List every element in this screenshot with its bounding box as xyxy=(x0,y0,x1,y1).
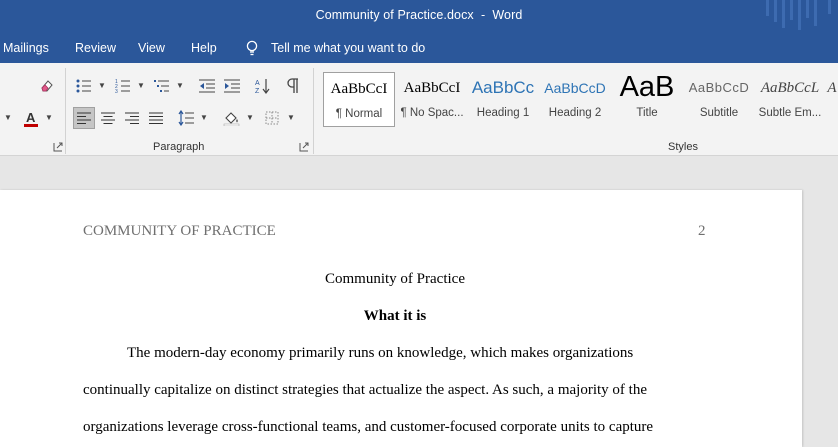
shading-button[interactable] xyxy=(221,107,243,129)
svg-text:3: 3 xyxy=(115,89,118,93)
chevron-down-icon[interactable]: ▼ xyxy=(246,113,254,122)
multilevel-list-button[interactable] xyxy=(151,75,173,97)
page-number: 2 xyxy=(698,223,706,239)
group-divider xyxy=(65,68,66,154)
style-heading-1[interactable]: AaBbCc Heading 1 xyxy=(470,72,536,127)
font-color-button[interactable]: A xyxy=(20,107,42,131)
svg-text:A: A xyxy=(255,80,260,87)
style-name: Subtitle xyxy=(699,107,739,119)
decrease-indent-icon xyxy=(199,79,215,93)
style-heading-2[interactable]: AaBbCcD Heading 2 xyxy=(542,72,608,127)
paragraph-line: organizations leverage cross-functional … xyxy=(83,419,654,435)
multilevel-list-icon xyxy=(154,80,169,92)
style-more[interactable]: A xyxy=(826,72,838,127)
lightbulb-icon[interactable] xyxy=(245,40,259,56)
style-subtle-emphasis[interactable]: AaBbCcL Subtle Em... xyxy=(757,72,823,127)
style-sample: AaBbCcL xyxy=(760,80,820,96)
align-center-icon xyxy=(101,112,115,124)
style-sample: AaBbCcD xyxy=(544,80,606,96)
style-sample: A xyxy=(827,80,837,96)
style-name: ¶ No Spac... xyxy=(400,107,464,119)
document-page[interactable]: COMMUNITY OF PRACTICE 2 Community of Pra… xyxy=(0,190,802,447)
tab-view[interactable]: View xyxy=(138,41,165,55)
app-name: Word xyxy=(492,8,523,22)
numbered-list-icon: 1 2 3 xyxy=(115,79,130,93)
paint-bucket-icon xyxy=(223,112,240,126)
pilcrow-icon xyxy=(287,78,298,93)
font-color-icon: A xyxy=(24,110,38,127)
running-header: COMMUNITY OF PRACTICE xyxy=(83,223,276,239)
section-heading: What it is xyxy=(363,308,427,324)
ribbon-tabs: Mailings Review View Help Tell me what y… xyxy=(0,33,838,63)
align-left-button[interactable] xyxy=(73,107,95,129)
style-title[interactable]: AaB Title xyxy=(612,72,682,127)
line-spacing-icon xyxy=(178,110,194,126)
bullets-button[interactable] xyxy=(73,75,95,97)
svg-text:Z: Z xyxy=(255,88,260,94)
style-name: Heading 2 xyxy=(548,107,602,119)
line-spacing-button[interactable] xyxy=(175,107,197,129)
borders-icon xyxy=(265,111,279,125)
show-formatting-button[interactable] xyxy=(282,75,304,97)
style-name: ¶ Normal xyxy=(335,108,383,120)
window-title: Community of Practice.docx - Word xyxy=(0,8,838,22)
chevron-down-icon[interactable]: ▼ xyxy=(4,113,12,122)
clear-formatting-icon xyxy=(41,80,53,92)
chevron-down-icon[interactable]: ▼ xyxy=(45,113,53,122)
chevron-down-icon[interactable]: ▼ xyxy=(287,113,295,122)
chevron-down-icon[interactable]: ▼ xyxy=(176,81,184,90)
ribbon: ▼ A ▼ ▼ 1 2 3 ▼ ▼ A Z ▼ ▼ ▼ Paragraph Aa… xyxy=(0,63,838,156)
style-normal[interactable]: AaBbCcI ¶ Normal xyxy=(323,72,395,127)
style-subtitle[interactable]: AaBbCcD Subtitle xyxy=(686,72,752,127)
decrease-indent-button[interactable] xyxy=(196,75,218,97)
document-name: Community of Practice.docx xyxy=(315,8,474,22)
tab-review[interactable]: Review xyxy=(75,41,116,55)
group-divider xyxy=(313,68,314,154)
bullet-list-icon xyxy=(76,79,91,93)
borders-button[interactable] xyxy=(261,107,283,129)
numbering-button[interactable]: 1 2 3 xyxy=(112,75,134,97)
increase-indent-icon xyxy=(224,79,240,93)
align-center-button[interactable] xyxy=(97,107,119,129)
tab-mailings[interactable]: Mailings xyxy=(3,41,49,55)
style-sample: AaBbCcI xyxy=(403,80,461,96)
style-name: Heading 1 xyxy=(476,107,530,119)
svg-text:A: A xyxy=(26,110,36,125)
style-sample: AaBbCcD xyxy=(688,80,750,95)
increase-indent-button[interactable] xyxy=(221,75,243,97)
tell-me-search[interactable]: Tell me what you want to do xyxy=(271,41,425,55)
chevron-down-icon[interactable]: ▼ xyxy=(200,113,208,122)
chevron-down-icon[interactable]: ▼ xyxy=(137,81,145,90)
justify-icon xyxy=(149,112,163,124)
chevron-down-icon[interactable]: ▼ xyxy=(98,81,106,90)
paragraph-line: continually capitalize on distinct strat… xyxy=(83,382,647,398)
style-sample: AaBbCc xyxy=(471,78,535,97)
style-no-spacing[interactable]: AaBbCcI ¶ No Spac... xyxy=(396,72,468,127)
align-right-button[interactable] xyxy=(121,107,143,129)
dialog-launcher-icon[interactable] xyxy=(53,142,63,152)
sort-icon: A Z xyxy=(255,79,270,94)
tab-help[interactable]: Help xyxy=(191,41,217,55)
style-sample: AaB xyxy=(619,72,675,103)
clear-formatting-button[interactable] xyxy=(36,75,58,97)
dialog-launcher-icon[interactable] xyxy=(299,142,309,152)
align-right-icon xyxy=(125,112,139,124)
align-left-icon xyxy=(77,112,91,124)
title-bar: Community of Practice.docx - Word xyxy=(0,0,838,33)
style-sample: AaBbCcI xyxy=(330,81,388,97)
style-name: Subtle Em... xyxy=(758,107,822,119)
sort-button[interactable]: A Z xyxy=(252,75,274,97)
titlebar-decoration xyxy=(738,0,838,33)
justify-button[interactable] xyxy=(145,107,167,129)
document-title: Community of Practice xyxy=(325,271,465,287)
style-name: Title xyxy=(636,107,658,119)
styles-group-label: Styles xyxy=(668,141,698,153)
paragraph-group-label: Paragraph xyxy=(153,141,205,153)
paragraph-line: The modern-day economy primarily runs on… xyxy=(127,345,634,361)
